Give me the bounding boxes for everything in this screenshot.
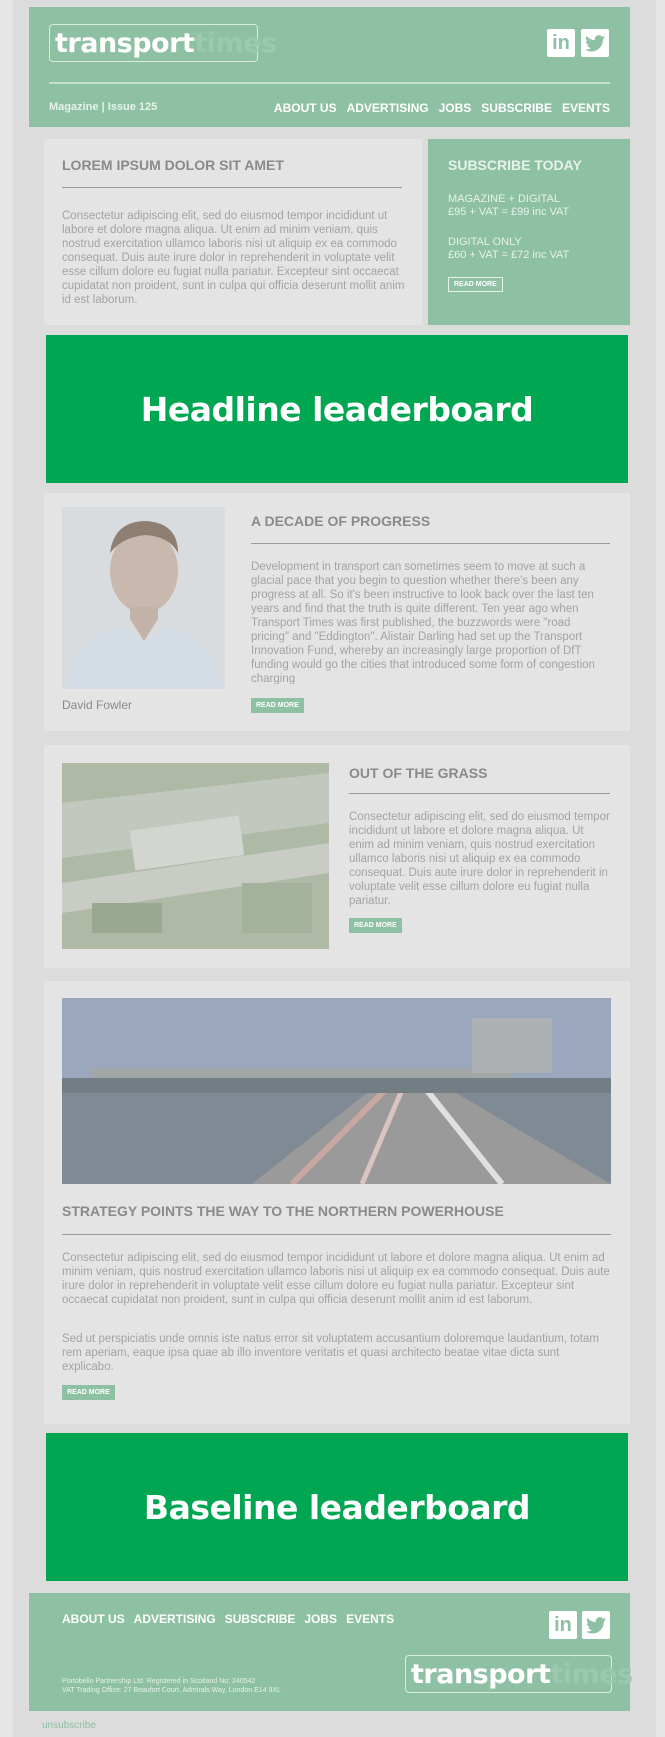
subscribe-option1-name: MAGAZINE + DIGITAL — [448, 193, 560, 205]
author-caption: David Fowler — [62, 698, 133, 712]
legal-line-2: VAT Trading Office: 27 Beaufort Court, A… — [62, 1687, 281, 1694]
header-divider — [49, 82, 610, 84]
logo-part1: transport — [55, 27, 195, 59]
brand-logo[interactable]: transport times — [49, 24, 277, 62]
footer-bar: ABOUT US ADVERTISING SUBSCRIBE JOBS EVEN… — [29, 1593, 633, 1711]
footer-nav-advertising[interactable]: ADVERTISING — [134, 1612, 216, 1626]
article-body-1: Consectetur adipiscing elit, sed do eius… — [62, 1252, 610, 1306]
article-body: Consectetur adipiscing elit, sed do eius… — [349, 811, 610, 907]
subscribe-panel: SUBSCRIBE TODAY MAGAZINE + DIGITAL £95 +… — [428, 139, 630, 325]
footer-nav: ABOUT US ADVERTISING SUBSCRIBE JOBS EVEN… — [62, 1612, 394, 1626]
unsubscribe-link[interactable]: unsubscribe — [42, 1720, 96, 1731]
legal-line-1: Portobello Partnership Ltd. Registered i… — [62, 1678, 256, 1685]
intro-title: LOREM IPSUM DOLOR SIT AMET — [62, 157, 284, 173]
subscribe-read-more-button[interactable]: READ MORE — [448, 277, 503, 292]
nav-advertising[interactable]: ADVERTISING — [347, 101, 429, 115]
headline-leaderboard-ad[interactable]: Headline leaderboard — [46, 335, 628, 483]
article-body-2: Sed ut perspiciatis unde omnis iste natu… — [62, 1333, 599, 1373]
read-more-button[interactable]: READ MORE — [251, 698, 304, 713]
twitter-icon[interactable] — [581, 29, 609, 57]
article-body: Development in transport can sometimes s… — [251, 561, 595, 684]
subscribe-title: SUBSCRIBE TODAY — [448, 157, 582, 173]
intro-card: LOREM IPSUM DOLOR SIT AMET Consectetur a… — [44, 139, 422, 325]
intro-divider — [62, 187, 402, 188]
twitter-icon[interactable] — [582, 1611, 610, 1639]
article-title: STRATEGY POINTS THE WAY TO THE NORTHERN … — [62, 1203, 504, 1219]
issue-label: Magazine | Issue 125 — [49, 101, 158, 113]
footer-nav-events[interactable]: EVENTS — [346, 1612, 394, 1626]
article-card: David Fowler A DECADE OF PROGRESS Develo… — [44, 493, 630, 731]
nav-events[interactable]: EVENTS — [562, 101, 610, 115]
intro-body: Consectetur adipiscing elit, sed do eius… — [62, 210, 405, 306]
footer-logo[interactable]: transport times — [405, 1655, 633, 1693]
article-title: A DECADE OF PROGRESS — [251, 513, 431, 529]
read-more-button[interactable]: READ MORE — [62, 1385, 115, 1400]
article-divider — [251, 543, 610, 544]
logo-part2: times — [194, 27, 277, 59]
linkedin-icon[interactable]: in — [549, 1611, 577, 1639]
header-nav: ABOUT US ADVERTISING JOBS SUBSCRIBE EVEN… — [274, 101, 610, 115]
nav-subscribe[interactable]: SUBSCRIBE — [481, 101, 552, 115]
article-card: STRATEGY POINTS THE WAY TO THE NORTHERN … — [44, 981, 630, 1424]
subscribe-option1-price: £95 + VAT = £99 inc VAT — [448, 206, 570, 218]
linkedin-icon[interactable]: in — [547, 29, 575, 57]
nav-about-us[interactable]: ABOUT US — [274, 101, 337, 115]
header-bar: transport times in Magazine | Issue 125 A… — [29, 7, 630, 127]
nav-jobs[interactable]: JOBS — [439, 101, 472, 115]
baseline-leaderboard-ad[interactable]: Baseline leaderboard — [46, 1433, 628, 1581]
article-card: OUT OF THE GRASS Consectetur adipiscing … — [44, 745, 630, 968]
logo-part2: times — [550, 1658, 633, 1690]
footer-nav-subscribe[interactable]: SUBSCRIBE — [225, 1612, 296, 1626]
motorway-photo — [62, 998, 611, 1184]
airport-photo — [62, 763, 329, 949]
article-divider — [62, 1234, 611, 1235]
article-title: OUT OF THE GRASS — [349, 765, 488, 781]
logo-part1: transport — [411, 1658, 551, 1690]
subscribe-option2-name: DIGITAL ONLY — [448, 236, 522, 248]
footer-nav-jobs[interactable]: JOBS — [304, 1612, 337, 1626]
read-more-button[interactable]: READ MORE — [349, 918, 402, 933]
footer-nav-about-us[interactable]: ABOUT US — [62, 1612, 125, 1626]
subscribe-option2-price: £60 + VAT = £72 inc VAT — [448, 249, 570, 261]
article-divider — [349, 793, 610, 794]
legal-text: Portobello Partnership Ltd. Registered i… — [62, 1677, 281, 1695]
author-photo — [62, 507, 225, 689]
